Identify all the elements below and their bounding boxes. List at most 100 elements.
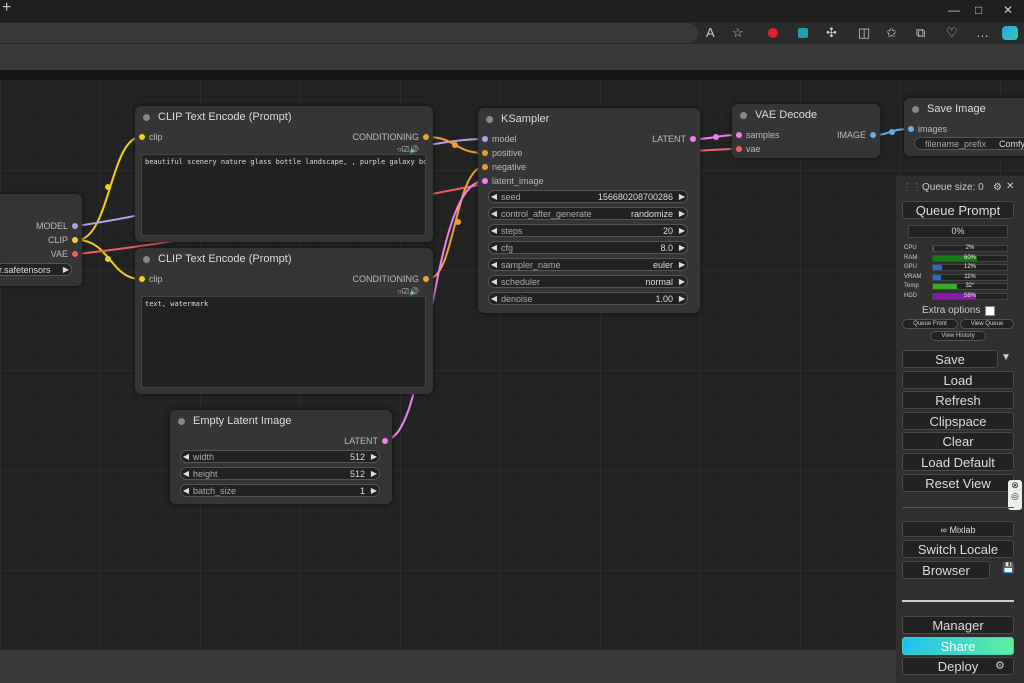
node-clip-text-encode-positive[interactable]: CLIP Text Encode (Prompt) clip CONDITION… — [135, 106, 433, 242]
switch-locale-button[interactable]: Switch Locale — [902, 540, 1014, 558]
save-button[interactable]: Save — [902, 350, 998, 368]
output-latent-dot[interactable] — [690, 136, 696, 142]
input-positive-label: positive — [492, 148, 523, 158]
widget-label: denoise — [501, 293, 533, 304]
input-model-dot[interactable] — [482, 136, 488, 142]
node-vae-decode[interactable]: VAE Decode samples vae IMAGE — [732, 104, 880, 158]
widget-label: scheduler — [501, 276, 541, 287]
arrow-left-icon[interactable]: ◀ — [489, 226, 499, 235]
node-clip-text-encode-negative[interactable]: CLIP Text Encode (Prompt) clip CONDITION… — [135, 248, 433, 394]
close-icon[interactable]: ✕ — [1006, 181, 1014, 192]
output-image-dot[interactable] — [870, 132, 876, 138]
side-widget-icons[interactable]: ⊗ ◎ — [1008, 480, 1022, 510]
widget-height[interactable]: ◀ height 512 ▶ — [180, 467, 380, 480]
node-status-dot — [486, 115, 493, 123]
input-clip-dot[interactable] — [139, 276, 145, 282]
arrow-right-icon[interactable]: ▶ — [369, 469, 379, 478]
deploy-gear-icon[interactable]: ⚙ — [995, 659, 1005, 672]
widget-value: 156680208700286 — [597, 191, 673, 202]
widget-sampler-name[interactable]: ◀ sampler_name euler ▶ — [488, 258, 688, 271]
arrow-left-icon[interactable]: ◀ — [489, 243, 499, 252]
input-vae-dot[interactable] — [736, 146, 742, 152]
arrow-left-icon[interactable]: ◀ — [489, 277, 499, 286]
widget-denoise[interactable]: ◀ denoise 1.00 ▶ — [488, 292, 688, 305]
output-vae-dot[interactable] — [72, 251, 78, 257]
arrow-right-icon[interactable]: ▶ — [369, 452, 379, 461]
node-empty-latent-image[interactable]: Empty Latent Image LATENT ◀ width 512 ▶ ◀ he… — [170, 410, 392, 504]
arrow-right-icon[interactable]: ▶ — [369, 486, 379, 495]
manager-button[interactable]: Manager — [902, 616, 1014, 634]
node-title: VAE Decode — [755, 109, 818, 121]
clipspace-button[interactable]: Clipspace — [902, 412, 1014, 430]
extra-options-checkbox[interactable] — [985, 306, 995, 316]
load-button[interactable]: Load — [902, 371, 1014, 389]
arrow-right-icon[interactable]: ▶ — [61, 265, 71, 274]
view-queue-button[interactable]: View Queue — [960, 319, 1014, 329]
input-latent-dot[interactable] — [482, 178, 488, 184]
arrow-left-icon[interactable]: ◀ — [489, 294, 499, 303]
widget-steps[interactable]: ◀ steps 20 ▶ — [488, 224, 688, 237]
node-save-image[interactable]: Save Image images filename_prefix Comfy — [904, 98, 1024, 156]
ckpt-name-widget[interactable]: r.safetensors ▶ — [0, 263, 72, 276]
input-negative-dot[interactable] — [482, 164, 488, 170]
arrow-right-icon[interactable]: ▶ — [677, 209, 687, 218]
output-latent-dot[interactable] — [382, 438, 388, 444]
prompt-textarea[interactable]: text, watermark — [141, 296, 426, 388]
refresh-button[interactable]: Refresh — [902, 391, 1014, 409]
text-options-icons[interactable]: ○☑🔊 — [397, 145, 419, 154]
arrow-left-icon[interactable]: ◀ — [181, 452, 191, 461]
node-ksampler[interactable]: KSampler model positive negative latent_… — [478, 108, 700, 313]
input-clip-dot[interactable] — [139, 134, 145, 140]
output-conditioning-dot[interactable] — [423, 276, 429, 282]
widget-cfg[interactable]: ◀ cfg 8.0 ▶ — [488, 241, 688, 254]
stat-label: GPU — [904, 264, 918, 270]
floppy-disk-icon[interactable]: 💾 — [1002, 563, 1014, 574]
queue-front-button[interactable]: Queue Front — [902, 319, 958, 329]
input-negative-label: negative — [492, 162, 527, 172]
prompt-textarea[interactable]: beautiful scenery nature glass bottle la… — [141, 154, 426, 236]
ckpt-value: r.safetensors — [0, 264, 51, 275]
arrow-right-icon[interactable]: ▶ — [677, 226, 687, 235]
input-positive-dot[interactable] — [482, 150, 488, 156]
browser-button[interactable]: Browser — [902, 561, 990, 579]
widget-value: 512 — [349, 451, 365, 462]
input-latent-label: latent_image — [492, 176, 544, 186]
output-conditioning-dot[interactable] — [423, 134, 429, 140]
arrow-left-icon[interactable]: ◀ — [489, 209, 499, 218]
share-button[interactable]: Share — [902, 637, 1014, 655]
widget-value: normal — [645, 276, 673, 287]
filename-prefix-widget[interactable]: filename_prefix Comfy — [914, 137, 1024, 150]
input-samples-dot[interactable] — [736, 132, 742, 138]
save-dropdown-icon[interactable]: ▼ — [1001, 352, 1011, 363]
arrow-right-icon[interactable]: ▶ — [677, 260, 687, 269]
output-clip-dot[interactable] — [72, 237, 78, 243]
widget-batch-size[interactable]: ◀ batch_size 1 ▶ — [180, 484, 380, 497]
view-history-button[interactable]: View History — [930, 331, 986, 341]
widget-scheduler[interactable]: ◀ scheduler normal ▶ — [488, 275, 688, 288]
input-images-dot[interactable] — [908, 126, 914, 132]
widget-seed[interactable]: ◀ seed 156680208700286 ▶ — [488, 190, 688, 203]
arrow-right-icon[interactable]: ▶ — [677, 192, 687, 201]
output-conditioning-label: CONDITIONING — [352, 274, 420, 284]
gear-icon[interactable]: ⚙ — [993, 182, 1002, 193]
arrow-left-icon[interactable]: ◀ — [489, 192, 499, 201]
widget-width[interactable]: ◀ width 512 ▶ — [180, 450, 380, 463]
node-checkpoint-loader[interactable]: MODEL CLIP VAE r.safetensors ▶ — [0, 194, 82, 286]
mixlab-button[interactable]: ∞ Mixlab — [902, 521, 1014, 537]
arrow-right-icon[interactable]: ▶ — [677, 294, 687, 303]
arrow-left-icon[interactable]: ◀ — [181, 486, 191, 495]
clear-button[interactable]: Clear — [902, 432, 1014, 450]
drag-handle-icon[interactable]: ⋮⋮ — [902, 182, 922, 193]
arrow-left-icon[interactable]: ◀ — [489, 260, 499, 269]
node-status-dot — [178, 417, 185, 425]
load-default-button[interactable]: Load Default — [902, 453, 1014, 471]
reset-view-button[interactable]: Reset View — [902, 474, 1014, 492]
queue-prompt-button[interactable]: Queue Prompt — [902, 201, 1014, 219]
output-model-dot[interactable] — [72, 223, 78, 229]
arrow-right-icon[interactable]: ▶ — [677, 277, 687, 286]
arrow-left-icon[interactable]: ◀ — [181, 469, 191, 478]
text-options-icons[interactable]: ○☑🔊 — [397, 287, 419, 296]
arrow-right-icon[interactable]: ▶ — [677, 243, 687, 252]
widget-label: batch_size — [193, 485, 237, 496]
widget-control-after-generate[interactable]: ◀ control_after_generate randomize ▶ — [488, 207, 688, 220]
